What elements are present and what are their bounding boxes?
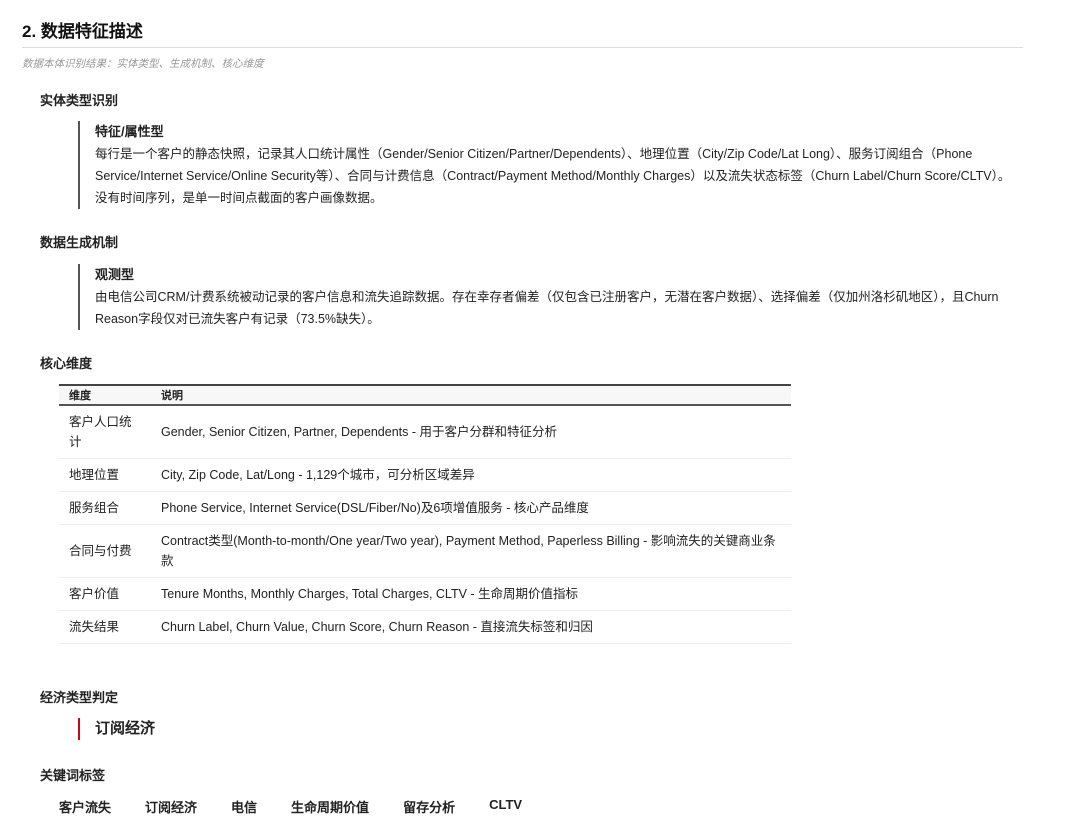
row-dimension: 地理位置 — [59, 458, 151, 492]
entity-description: 每行是一个客户的静态快照，记录其人口统计属性（Gender/Senior Cit… — [95, 147, 1011, 205]
keyword-tag: 客户流失 — [59, 800, 112, 815]
keyword-tag: CLTV — [489, 797, 523, 812]
economy-value: 订阅经济 — [78, 718, 155, 740]
column-header: 维度 — [69, 390, 91, 402]
section-title: 2. 数据特征描述 — [22, 22, 143, 41]
table-header: 维度 说明 — [59, 385, 791, 405]
row-dimension: 客户价值 — [59, 577, 151, 611]
row-description: Churn Label, Churn Value, Churn Score, C… — [151, 610, 791, 644]
entity-type: 特征/属性型 — [95, 124, 164, 139]
dimensions-table: 维度 说明 客户人口统计 Gender, Senior Citizen, Part… — [59, 384, 791, 644]
generation-heading: 数据生成机制 — [40, 235, 119, 250]
table-row: 流失结果 Churn Label, Churn Value, Churn Scor… — [59, 610, 791, 644]
keyword-tags: 客户流失 订阅经济 电信 生命周期价值 留存分析 CLTV — [59, 797, 556, 816]
row-dimension: 服务组合 — [59, 491, 151, 525]
row-description: Tenure Months, Monthly Charges, Total Ch… — [151, 577, 791, 611]
keyword-tag: 订阅经济 — [145, 800, 198, 815]
table-row: 客户人口统计 Gender, Senior Citizen, Partner, D… — [59, 405, 791, 459]
column-header: 说明 — [161, 390, 183, 402]
table-row: 合同与付费 Contract类型(Month-to-month/One year/… — [59, 524, 791, 578]
row-description: Phone Service, Internet Service(DSL/Fibe… — [151, 491, 791, 525]
row-dimension: 合同与付费 — [59, 524, 151, 578]
generation-quote: 观测型 由电信公司CRM/计费系统被动记录的客户信息和流失追踪数据。存在幸存者偏… — [78, 264, 1018, 330]
entity-heading: 实体类型识别 — [40, 93, 119, 108]
row-dimension: 流失结果 — [59, 610, 151, 644]
row-description: Contract类型(Month-to-month/One year/Two y… — [151, 524, 791, 578]
row-dimension: 客户人口统计 — [59, 405, 151, 459]
dimensions-heading: 核心维度 — [40, 356, 93, 371]
economy-heading: 经济类型判定 — [40, 690, 119, 705]
keywords-heading: 关键词标签 — [40, 768, 106, 783]
section-subtitle: 数据本体识别结果：实体类型、生成机制、核心维度 — [22, 58, 264, 70]
keyword-tag: 生命周期价值 — [291, 800, 370, 815]
keyword-tag: 电信 — [231, 800, 258, 815]
keyword-tag: 留存分析 — [403, 800, 456, 815]
generation-type: 观测型 — [95, 267, 135, 282]
table-row: 客户价值 Tenure Months, Monthly Charges, Tota… — [59, 577, 791, 611]
generation-description: 由电信公司CRM/计费系统被动记录的客户信息和流失追踪数据。存在幸存者偏差（仅包… — [95, 290, 999, 326]
table-row: 地理位置 City, Zip Code, Lat/Long - 1,129个城市，… — [59, 458, 791, 492]
divider — [22, 47, 1023, 48]
row-description: Gender, Senior Citizen, Partner, Depende… — [151, 405, 791, 459]
table-row: 服务组合 Phone Service, Internet Service(DSL/… — [59, 491, 791, 525]
entity-quote: 特征/属性型 每行是一个客户的静态快照，记录其人口统计属性（Gender/Sen… — [78, 121, 1018, 209]
row-description: City, Zip Code, Lat/Long - 1,129个城市，可分析区… — [151, 458, 791, 492]
